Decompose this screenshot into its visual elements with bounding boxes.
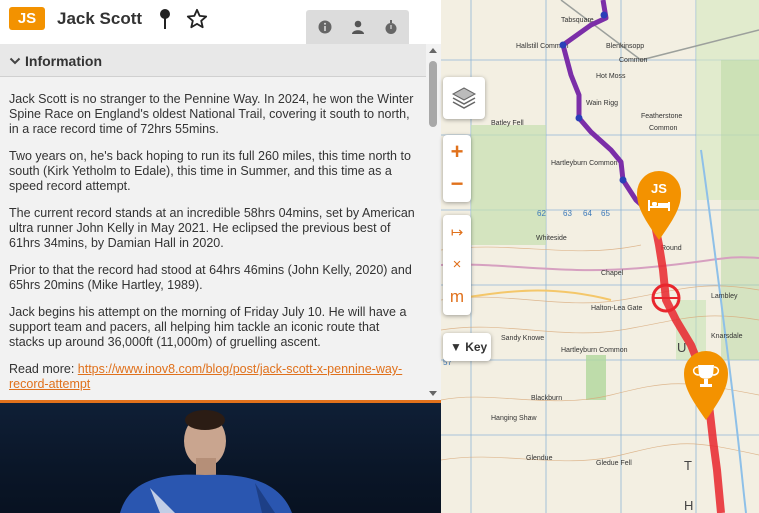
read-more-label: Read more:: [9, 362, 78, 376]
information-section-header[interactable]: Information: [0, 44, 426, 77]
place-label: Halton-Lea Gate: [591, 305, 642, 312]
place-label: Lambley: [711, 293, 738, 300]
tab-info[interactable]: [308, 10, 342, 44]
tab-profile[interactable]: [341, 10, 375, 44]
scroll-thumb[interactable]: [429, 61, 437, 127]
measure-tool-button[interactable]: ↦: [443, 217, 471, 249]
place-label: Round: [661, 245, 682, 252]
grid-number: 65: [601, 209, 610, 218]
units-tool-button[interactable]: m: [443, 281, 471, 313]
place-label: Common: [619, 57, 648, 64]
map-key-button[interactable]: ▼ Key: [443, 333, 491, 361]
finish-marker[interactable]: [684, 351, 728, 420]
star-icon[interactable]: [186, 8, 208, 30]
paragraph: Two years on, he's back hoping to run it…: [9, 149, 411, 193]
paragraph: Prior to that the record had stood at 64…: [9, 263, 412, 292]
map-letter: H: [684, 498, 695, 513]
completed-route: [560, 0, 655, 217]
pin-icon[interactable]: [158, 8, 172, 30]
checkpoint-dot: [619, 176, 627, 184]
info-panel: JS Jack Scott Information Jack Scott is …: [0, 0, 441, 513]
grid-number: 62: [537, 209, 546, 218]
runner-marker-label: JS: [651, 181, 667, 196]
checkpoint-dot: [600, 11, 608, 19]
scroll-up-arrow-icon[interactable]: [429, 48, 437, 53]
place-label: Blenkinsopp: [606, 43, 644, 50]
paragraph: The current record stands at an incredib…: [9, 206, 415, 250]
place-label: Common: [649, 125, 678, 132]
place-label: Sandy Knowe: [501, 335, 544, 342]
map-letter: T: [684, 458, 694, 473]
scroll-down-arrow-icon[interactable]: [429, 391, 437, 396]
information-content: Jack Scott is no stranger to the Pennine…: [0, 78, 426, 400]
paragraph: Jack Scott is no stranger to the Pennine…: [9, 92, 414, 136]
place-label: Glendue: [526, 455, 553, 462]
checkpoint-dot: [559, 41, 567, 49]
place-label: Tabsquare: [561, 17, 594, 24]
layers-icon: [451, 87, 477, 109]
chevron-down-icon: [9, 57, 21, 65]
place-label: Featherstone: [641, 113, 682, 120]
place-label: Hanging Shaw: [491, 415, 537, 422]
paragraph: Jack begins his attempt on the morning o…: [9, 305, 407, 349]
place-label: Batley Fell: [491, 120, 524, 127]
place-label: Hartleyburn Common: [551, 160, 618, 167]
panel-tabs: [306, 10, 409, 44]
stopwatch-icon: [385, 20, 397, 34]
checkpoint-dot: [575, 114, 583, 122]
grid-number: 64: [583, 209, 592, 218]
os-map: Tabsquare Hallstill Common Blenkinsopp C…: [441, 0, 759, 513]
runner-marker[interactable]: JS: [637, 171, 681, 240]
read-more: Read more: https://www.inov8.com/blog/po…: [9, 362, 417, 392]
runner-initials-badge: JS: [9, 7, 45, 30]
place-label: Wain Rigg: [586, 100, 618, 107]
place-label: Knarsdale: [711, 333, 743, 340]
place-label: Gledue Fell: [596, 460, 632, 467]
map-view[interactable]: Tabsquare Hallstill Common Blenkinsopp C…: [441, 0, 759, 513]
person-icon: [352, 20, 364, 34]
clear-tool-button[interactable]: ×: [443, 249, 471, 281]
runner-photo: [0, 403, 441, 513]
zoom-in-button[interactable]: +: [443, 137, 471, 167]
zoom-out-button[interactable]: −: [443, 169, 471, 199]
place-label: Chapel: [601, 270, 624, 277]
panel-header: JS Jack Scott: [0, 0, 441, 44]
runner-name: Jack Scott: [57, 9, 143, 28]
zoom-controls: + −: [443, 135, 471, 202]
place-label: Blackburn: [531, 395, 562, 402]
content-scrollbar[interactable]: [426, 44, 441, 400]
map-tools: ↦ × m: [443, 215, 471, 315]
section-title: Information: [25, 53, 102, 69]
place-label: Hot Moss: [596, 73, 626, 80]
grid-number: 63: [563, 209, 572, 218]
place-label: Hartleyburn Common: [561, 347, 628, 354]
tab-timer[interactable]: [374, 10, 408, 44]
place-label: Whiteside: [536, 235, 567, 242]
info-icon: [318, 20, 332, 34]
layers-button[interactable]: [443, 77, 485, 119]
